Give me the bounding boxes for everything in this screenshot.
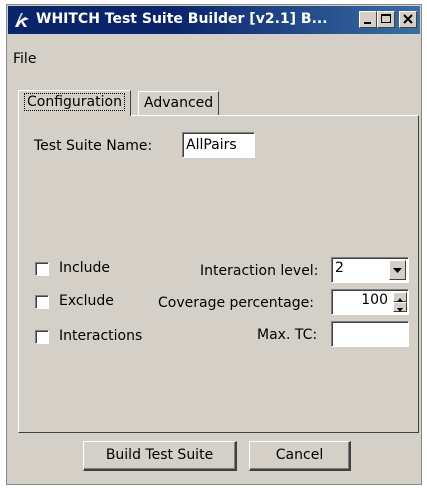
interactions-label: Interactions [59,328,143,344]
exclude-label: Exclude [59,293,114,309]
coverage-label: Coverage percentage: [158,295,314,311]
interactions-checkbox[interactable] [35,330,49,344]
include-checkbox[interactable] [35,262,49,276]
include-label: Include [59,260,110,276]
app-window: WHITCH Test Suite Builder [v2.1] B... Fi… [6,4,422,485]
coverage-spin-up-button[interactable] [393,292,407,302]
suite-name-input[interactable] [182,132,255,158]
menu-bar: File [13,51,36,69]
window-title: WHITCH Test Suite Builder [v2.1] B... [36,11,328,27]
cancel-button[interactable]: Cancel [249,441,351,471]
coverage-value: 100 [361,292,388,308]
tab-advanced[interactable]: Advanced [138,91,220,115]
spin-down-icon [394,303,406,318]
interaction-level-label: Interaction level: [200,263,319,279]
suite-name-label: Test Suite Name: [34,138,153,154]
coverage-spin-down-button[interactable] [393,302,407,312]
interaction-level-dropdown-button[interactable] [389,260,406,280]
interaction-level-value: 2 [335,260,344,276]
max-tc-label: Max. TC: [257,327,318,343]
menu-file[interactable]: File [13,51,36,67]
build-test-suite-button[interactable]: Build Test Suite [83,441,237,471]
tab-configuration-label: Configuration [24,93,125,111]
maximize-button[interactable] [377,11,395,28]
title-bar[interactable]: WHITCH Test Suite Builder [v2.1] B... [8,6,420,34]
chevron-down-icon [390,268,405,283]
swing-cup-icon [12,11,32,29]
tab-configuration[interactable]: Configuration [18,90,131,116]
max-tc-input[interactable] [331,321,409,347]
minimize-button[interactable] [359,11,377,28]
tab-advanced-label: Advanced [144,95,214,111]
exclude-checkbox[interactable] [35,295,49,309]
close-button[interactable] [399,11,417,28]
